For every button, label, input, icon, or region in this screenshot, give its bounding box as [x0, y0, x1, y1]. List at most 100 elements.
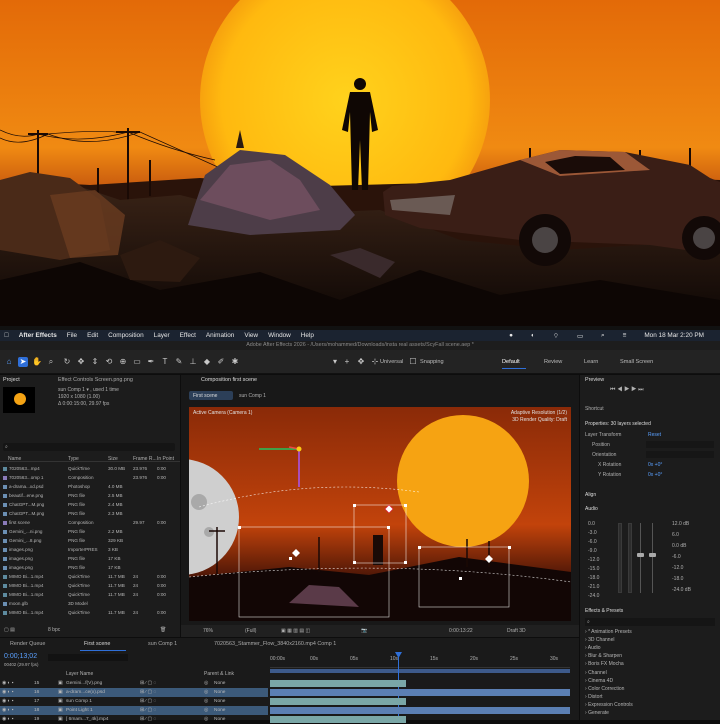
parent-dropdown[interactable]: None	[214, 690, 225, 695]
project-tab[interactable]: Project	[3, 377, 20, 383]
effects-category[interactable]: › Blur & Sharpen	[585, 653, 622, 659]
timeline-current-time[interactable]: 0:00;13;02	[4, 653, 37, 660]
project-item-row[interactable]: moon.glb 3D Model	[0, 600, 178, 607]
project-item-row[interactable]: 7020563...omp 1 Composition 23.976 0:00	[0, 474, 178, 481]
project-item-row[interactable]: images.png PNG file 17 KB	[0, 555, 178, 562]
timeline-layer-row[interactable]: ◉ ◐ ▪ 17 ▣ sun Comp 1 ⊞ ⁄ ▢ ◌ ◎ None	[0, 697, 268, 706]
layer-bar-17[interactable]	[270, 698, 406, 705]
pickwhip-icon[interactable]: ◎	[204, 708, 208, 713]
wifi-icon[interactable]: ⌔	[553, 332, 559, 340]
workspace-small-screen[interactable]: Small Screen	[620, 359, 653, 365]
effects-category[interactable]: › Expression Controls	[585, 702, 633, 708]
pickwhip-icon[interactable]: ◎	[204, 699, 208, 704]
col-layer-name[interactable]: Layer Name	[66, 671, 93, 677]
dolly-tool-icon[interactable]: ⇕	[90, 357, 100, 367]
render-queue-tab[interactable]: Render Queue	[10, 641, 45, 647]
flow-tab-first-scene[interactable]: First scene	[189, 391, 233, 400]
menu-view[interactable]: View	[244, 332, 258, 339]
bpc-label[interactable]: 8 bpc	[48, 627, 60, 633]
visibility-icons[interactable]: ◉ ◐ ▪	[2, 699, 13, 704]
camera-icon[interactable]: 📷	[361, 628, 367, 634]
col-in-point[interactable]: In Point	[157, 456, 174, 462]
align-section[interactable]: Align	[585, 492, 596, 498]
creative-cloud-icon[interactable]: ◐	[531, 332, 535, 340]
clone-stamp-icon[interactable]: ⊥	[188, 357, 198, 367]
new-folder-icon[interactable]: ▢ ▤	[4, 627, 15, 633]
audio-slider-handle-2[interactable]	[649, 553, 656, 557]
effects-category[interactable]: › Boris FX Mocha	[585, 661, 624, 667]
orientation-fields[interactable]	[646, 451, 714, 458]
selection-tool-icon[interactable]: ➤	[18, 357, 28, 367]
workspace-review[interactable]: Review	[544, 359, 562, 365]
audio-section[interactable]: Audio	[585, 506, 598, 512]
effects-category[interactable]: › Cinema 4D	[585, 678, 613, 684]
visibility-icons[interactable]: ◉ ◐ ▪	[2, 708, 13, 713]
effects-category[interactable]: › Generate	[585, 710, 609, 716]
layer-switches[interactable]: ⊞ ⁄ ▢ ◌	[140, 690, 156, 695]
apple-icon[interactable]: 	[4, 332, 9, 339]
col-type[interactable]: Type	[68, 456, 79, 462]
layer-switches[interactable]: ⊞ ⁄ ▢ ◌	[140, 708, 156, 713]
project-item-row[interactable]: Gemini_...8.png PNG file 329 KB	[0, 537, 178, 544]
col-parent-link[interactable]: Parent & Link	[204, 671, 234, 677]
universal-label[interactable]: Universal	[380, 359, 403, 365]
draft-3d-toggle[interactable]: Draft 3D	[507, 628, 526, 634]
project-item-row[interactable]: MIMO Bi...1.mp4 QuickTime 11.7 MB 24 0:00	[0, 573, 178, 580]
effect-controls-tab[interactable]: Effect Controls Screen.png.png	[58, 377, 133, 383]
project-item-row[interactable]: MIMO Bi...1.mp4 QuickTime 11.7 MB 24 0:00	[0, 609, 178, 616]
workspace-learn[interactable]: Learn	[584, 359, 598, 365]
roto-brush-icon[interactable]: ✐	[216, 357, 226, 367]
menu-file[interactable]: File	[67, 332, 77, 339]
status-icon[interactable]: ●	[509, 332, 513, 340]
rotate-tool-icon[interactable]: ⟲	[104, 357, 114, 367]
timeline-layer-row[interactable]: ◉ ◐ ▪ 18 ▣ Point Light 1 ⊞ ⁄ ▢ ◌ ◎ None	[0, 706, 268, 715]
col-frame-rate[interactable]: Frame R...	[133, 456, 157, 462]
timeline-layer-row[interactable]: ◉ ◐ ▪ 16 ▣ a-dram...ce(x).psd ⊞ ⁄ ▢ ◌ ◎ None	[0, 688, 268, 697]
effects-category[interactable]: › Color Correction	[585, 686, 624, 692]
viewer-timecode[interactable]: 0:00:13:22	[449, 628, 473, 634]
effects-presets-tab[interactable]: Effects & Presets	[585, 608, 623, 614]
menu-app-name[interactable]: After Effects	[19, 332, 57, 339]
time-ruler[interactable]: 00:00s 00s 05s 10s 15s 20s 25s 30s	[270, 654, 570, 668]
puppet-tool-icon[interactable]: ✱	[230, 357, 240, 367]
reset-button[interactable]: Reset	[648, 432, 661, 438]
project-item-row[interactable]: images.png PNG file 17 KB	[0, 564, 178, 571]
timeline-tab-sun-comp[interactable]: sun Comp 1	[148, 641, 177, 647]
timeline-tab-stammer-comp[interactable]: 7020563_Stammer_Flow_3840x2160.mp4 Comp …	[214, 641, 336, 647]
zoom-tool-icon[interactable]: ⌕	[46, 357, 56, 367]
anchor-tool-icon[interactable]: ⊕	[118, 357, 128, 367]
snapping-checkbox[interactable]: ☐	[408, 357, 418, 367]
effects-category[interactable]: › Channel	[585, 670, 607, 676]
type-tool-icon[interactable]: T	[160, 357, 170, 367]
pickwhip-icon[interactable]: ◎	[204, 690, 208, 695]
timeline-search-input[interactable]	[48, 654, 128, 661]
audio-slider-handle-1[interactable]	[637, 553, 644, 557]
home-icon[interactable]: ⌂	[4, 357, 14, 367]
eraser-tool-icon[interactable]: ◆	[202, 357, 212, 367]
project-item-row[interactable]: Gemini_...ni.png PNG file 2.2 MB	[0, 528, 178, 535]
menu-window[interactable]: Window	[268, 332, 291, 339]
visibility-icons[interactable]: ◉ ◐ ▪	[2, 690, 13, 695]
pickwhip-icon[interactable]: ◎	[204, 681, 208, 686]
project-item-row[interactable]: ChatGPT...M.png PNG file 2.3 MB	[0, 510, 178, 517]
project-search-input[interactable]: ⌕	[3, 443, 175, 451]
project-item-row[interactable]: a-drama...xd.psd Photoshop 4.0 MB	[0, 483, 178, 490]
hand-tool-icon[interactable]: ✋	[32, 357, 42, 367]
orbit-tool-icon[interactable]: ↻	[62, 357, 72, 367]
timeline-layer-row[interactable]: ◉ ◐ ▪ 15 ▣ Gemini...f(V).png ⊞ ⁄ ▢ ◌ ◎ None	[0, 679, 268, 688]
col-name[interactable]: Name	[8, 456, 21, 462]
menu-edit[interactable]: Edit	[87, 332, 98, 339]
parent-dropdown[interactable]: None	[214, 699, 225, 704]
universal-icon[interactable]: ⊹	[370, 357, 380, 367]
view-options-icons[interactable]: ▣ ▦ ▥ ▤ ◫	[281, 628, 310, 634]
preview-controls[interactable]: ⏮ ◀ ▶ ▶ ⏭	[610, 387, 644, 394]
parent-dropdown[interactable]: None	[214, 708, 225, 713]
menu-animation[interactable]: Animation	[206, 332, 234, 339]
pan-tool-icon[interactable]: ✥	[76, 357, 86, 367]
snapping-label[interactable]: Snapping	[420, 359, 444, 365]
project-item-row[interactable]: 7020563...mp4 QuickTime 30.0 MB 23.976 0:00	[0, 465, 178, 472]
snap-icon[interactable]: ▾	[330, 357, 340, 367]
resolution-dropdown[interactable]: (Full)	[245, 628, 256, 634]
project-item-row[interactable]: MIMO Bi...1.mp4 QuickTime 11.7 MB 24 0:00	[0, 582, 178, 589]
menu-layer[interactable]: Layer	[154, 332, 170, 339]
